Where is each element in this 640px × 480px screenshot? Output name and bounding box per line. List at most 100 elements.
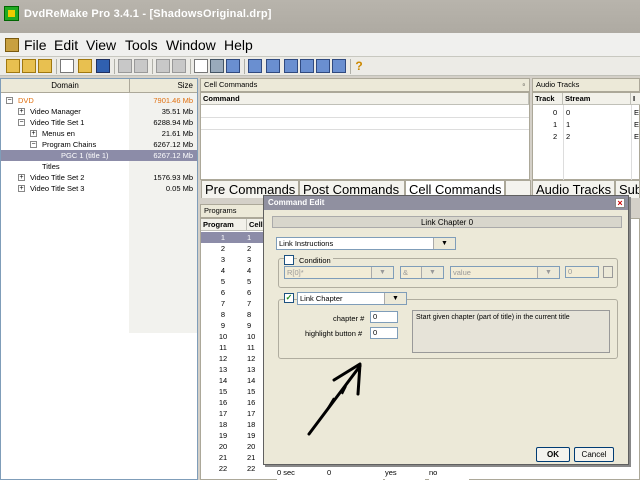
move-down-icon[interactable] [266,59,280,73]
tree-row-vts2[interactable]: + Video Title Set 2 1576.93 Mb [1,172,197,183]
column-header-program[interactable]: Program [201,219,247,231]
condition-value-field[interactable]: 0 [565,266,599,278]
ok-button[interactable]: OK [536,447,570,462]
column-header-size[interactable]: Size [129,79,197,93]
program-row[interactable]: 11 11 [201,342,265,353]
tree-row-video-manager[interactable]: + Video Manager 35.51 Mb [1,106,197,117]
expand-icon[interactable]: + [18,174,25,181]
cell-commands-list[interactable]: Command [200,92,530,180]
audio-stream-cell: 1 [566,120,571,129]
column-header-stream[interactable]: Stream [563,93,631,105]
pin-icon[interactable]: ▫ [522,79,525,91]
cancel-button[interactable]: Cancel [574,447,614,462]
program-cells-cell: 1 [247,233,252,242]
column-header-lang[interactable]: I [631,93,640,105]
new-folder-icon[interactable] [6,59,20,73]
copy-icon[interactable] [316,59,330,73]
link-type-select[interactable]: Link Chapter ▼ [297,292,407,305]
program-row[interactable]: 10 10 [201,331,265,342]
undo-icon[interactable] [118,59,132,73]
chevron-down-icon[interactable]: ▼ [421,267,443,278]
expand-icon[interactable]: + [30,130,37,137]
tree-row-pgc1[interactable]: PGC 1 (title 1) 6267.12 Mb [1,150,197,161]
program-cells-cell: 2 [247,244,252,253]
condition-browse-button[interactable] [603,266,613,278]
program-number-cell: 17 [218,409,228,418]
column-header-command[interactable]: Command [201,93,529,105]
expand-icon[interactable]: + [18,108,25,115]
program-row[interactable]: 33 [201,254,265,265]
delete-icon[interactable] [300,59,314,73]
chevron-down-icon[interactable]: ▼ [537,267,559,278]
move-up-icon[interactable] [248,59,262,73]
new-document-icon[interactable] [60,59,74,73]
program-row[interactable]: 16 16 [201,397,265,408]
program-row[interactable]: 77 [201,298,265,309]
chevron-down-icon[interactable]: ▼ [433,238,455,249]
domain-tree[interactable]: Domain Size − DVD 7901.46 Mb + Video Man… [0,78,198,480]
chapter-field[interactable]: 0 [370,311,398,323]
program-row[interactable]: 20 20 [201,441,265,452]
help-icon[interactable]: ? [352,59,366,73]
redo-icon[interactable] [134,59,148,73]
forward-icon[interactable] [172,59,186,73]
open-folder-icon[interactable] [22,59,36,73]
program-row[interactable]: 15 15 [201,386,265,397]
document-icon[interactable] [5,38,19,52]
program-row[interactable]: 55 [201,276,265,287]
program-row[interactable]: 21 21 [201,452,265,463]
close-icon[interactable]: × [615,198,625,208]
chevron-down-icon[interactable]: ▼ [371,267,393,278]
back-icon[interactable] [156,59,170,73]
open-icon[interactable] [78,59,92,73]
program-row[interactable]: 17 17 [201,408,265,419]
program-row[interactable]: 13 13 [201,364,265,375]
menu-file[interactable]: File [24,37,47,53]
program-row[interactable]: 66 [201,287,265,298]
program-row[interactable]: 88 [201,309,265,320]
collapse-icon[interactable]: − [6,97,13,104]
program-row[interactable]: 11 [201,232,265,243]
collapse-icon[interactable]: − [18,119,25,126]
program-row[interactable]: 44 [201,265,265,276]
tree-row-dvd[interactable]: − DVD 7901.46 Mb [1,95,197,106]
program-row[interactable]: 18 18 [201,419,265,430]
program-row[interactable]: 14 14 [201,375,265,386]
tree-row-program-chains[interactable]: − Program Chains 6267.12 Mb [1,139,197,150]
program-row[interactable]: 22 22 [201,463,265,474]
menu-edit[interactable]: Edit [54,37,78,53]
menu-tools[interactable]: Tools [125,37,158,53]
menu-window[interactable]: Window [166,37,216,53]
menu-view[interactable]: View [86,37,116,53]
program-row[interactable]: 19 19 [201,430,265,441]
condition-checkbox[interactable] [284,255,294,265]
layout-icon[interactable] [210,59,224,73]
save-icon[interactable] [96,59,110,73]
program-number-cell: 4 [220,266,226,275]
tree-row-vts3[interactable]: + Video Title Set 3 0.05 Mb [1,183,197,194]
column-header-domain[interactable]: Domain [1,79,129,93]
condition-operator-select[interactable]: & ▼ [400,266,444,279]
tree-row-menus[interactable]: + Menus en 21.61 Mb [1,128,197,139]
insert-icon[interactable] [284,59,298,73]
column-header-track[interactable]: Track [533,93,563,105]
window-icon[interactable] [194,59,208,73]
instruction-type-select[interactable]: Link Instructions ▼ [276,237,456,250]
program-row[interactable]: 12 12 [201,353,265,364]
highlight-field[interactable]: 0 [370,327,398,339]
open-project-icon[interactable] [38,59,52,73]
paste-icon[interactable] [332,59,346,73]
tree-row-titles[interactable]: Titles [1,161,197,172]
condition-value-type-select[interactable]: value ▼ [450,266,560,279]
collapse-icon[interactable]: − [30,141,37,148]
audio-tracks-list[interactable]: Track Stream I 0 0 E 1 1 E 2 2 E [532,92,640,181]
program-row[interactable]: 22 [201,243,265,254]
tree-row-vts1[interactable]: − Video Title Set 1 6288.94 Mb [1,117,197,128]
condition-register-select[interactable]: R[0]* ▼ [284,266,394,279]
chevron-down-icon[interactable]: ▼ [384,293,406,304]
menu-help[interactable]: Help [224,37,253,53]
play-icon[interactable] [226,59,240,73]
program-row[interactable]: 99 [201,320,265,331]
expand-icon[interactable]: + [18,185,25,192]
link-checkbox[interactable]: ✓ [284,293,294,303]
